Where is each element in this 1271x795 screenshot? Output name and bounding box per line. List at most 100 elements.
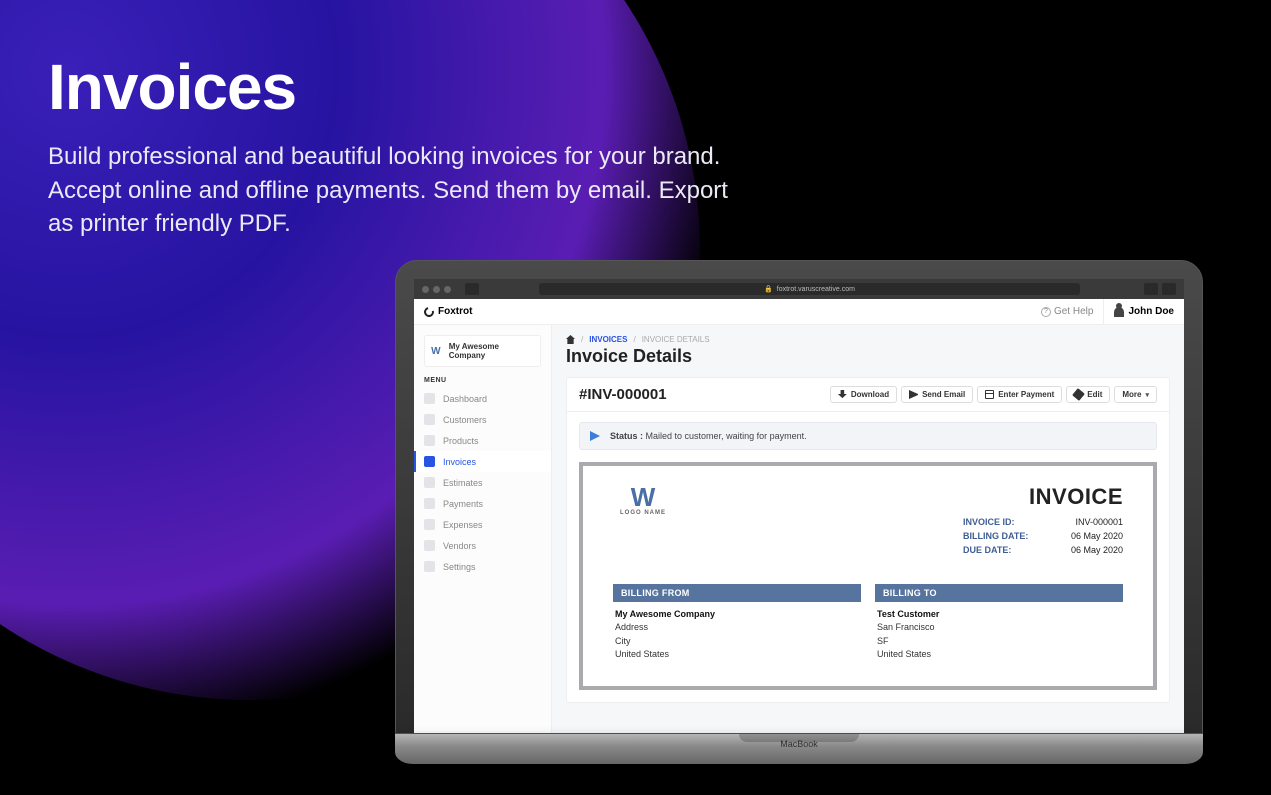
payments-icon	[424, 498, 435, 509]
sidebar-item-label: Expenses	[443, 520, 483, 530]
company-name: My Awesome Company	[449, 342, 536, 360]
address-bar[interactable]: 🔒 foxtrot.varuscreative.com	[539, 283, 1080, 295]
sidebar-item-payments[interactable]: Payments	[414, 493, 551, 514]
sidebar-item-vendors[interactable]: Vendors	[414, 535, 551, 556]
billing-to-heading: BILLING TO	[875, 584, 1123, 602]
expenses-icon	[424, 519, 435, 530]
billing-to-name: Test Customer	[877, 608, 1121, 622]
sidebar-item-label: Estimates	[443, 478, 483, 488]
sidebar-item-settings[interactable]: Settings	[414, 556, 551, 577]
browser-toolbar: 🔒 foxtrot.varuscreative.com	[414, 279, 1184, 299]
meta-value: 06 May 2020	[1043, 530, 1123, 544]
laptop-label: MacBook	[780, 739, 818, 749]
sidebar-item-dashboard[interactable]: Dashboard	[414, 388, 551, 409]
status-text: Mailed to customer, waiting for payment.	[646, 431, 807, 441]
sidebar: W My Awesome Company MENU Dashboard Cust…	[414, 325, 552, 733]
sidebar-item-estimates[interactable]: Estimates	[414, 472, 551, 493]
sidebar-item-products[interactable]: Products	[414, 430, 551, 451]
invoice-panel: #INV-000001 Download Send Email Enter Pa…	[566, 377, 1170, 703]
breadcrumb: / INVOICES / INVOICE DETAILS	[552, 325, 1184, 344]
app-name: Foxtrot	[438, 306, 472, 317]
invoice-meta: INVOICE ID:INV-000001 BILLING DATE:06 Ma…	[963, 516, 1123, 558]
help-icon: ?	[1041, 307, 1051, 317]
window-controls	[422, 286, 451, 293]
invoice-heading: INVOICE	[963, 484, 1123, 510]
dashboard-icon	[424, 393, 435, 404]
billing-from-name: My Awesome Company	[615, 608, 859, 622]
enter-payment-button[interactable]: Enter Payment	[977, 386, 1062, 403]
laptop-base: MacBook	[395, 734, 1203, 764]
customers-icon	[424, 414, 435, 425]
sidebar-item-label: Vendors	[443, 541, 476, 551]
app-logo-icon	[422, 305, 436, 319]
user-menu[interactable]: John Doe	[1103, 299, 1174, 324]
billing-from-line: City	[615, 635, 859, 649]
sidebar-item-label: Payments	[443, 499, 483, 509]
traffic-dot	[422, 286, 429, 293]
company-logo-icon: W	[429, 344, 443, 358]
help-label: Get Help	[1054, 306, 1093, 317]
status-icon	[590, 431, 600, 441]
sidebar-item-label: Dashboard	[443, 394, 487, 404]
billing-to-line: San Francisco	[877, 621, 1121, 635]
page-title: Invoice Details	[552, 344, 1184, 377]
btn-label: Enter Payment	[998, 390, 1054, 399]
invoice-preview-frame: W LOGO NAME INVOICE INVOICE ID:INV-00000…	[579, 462, 1157, 690]
sidebar-toggle-icon[interactable]	[465, 283, 479, 295]
send-email-button[interactable]: Send Email	[901, 386, 973, 403]
laptop-mockup: 🔒 foxtrot.varuscreative.com Foxtrot ? Ge…	[395, 260, 1203, 764]
sidebar-item-label: Customers	[443, 415, 487, 425]
help-link[interactable]: ? Get Help	[1041, 306, 1093, 317]
main-content: / INVOICES / INVOICE DETAILS Invoice Det…	[552, 325, 1184, 733]
settings-icon	[424, 561, 435, 572]
billing-to-line: United States	[877, 648, 1121, 662]
meta-key: INVOICE ID:	[963, 516, 1043, 530]
send-icon	[909, 390, 918, 399]
sidebar-item-label: Products	[443, 436, 479, 446]
invoice-logo-text: LOGO NAME	[613, 510, 673, 516]
breadcrumb-section[interactable]: INVOICES	[589, 335, 627, 344]
status-label: Status :	[610, 431, 643, 441]
tabs-icon[interactable]	[1162, 283, 1176, 295]
traffic-dot	[444, 286, 451, 293]
traffic-dot	[433, 286, 440, 293]
invoice-logo: W LOGO NAME	[613, 484, 673, 516]
home-icon[interactable]	[566, 335, 575, 344]
estimates-icon	[424, 477, 435, 488]
chevron-down-icon: ▾	[1145, 391, 1149, 399]
status-banner: Status : Mailed to customer, waiting for…	[579, 422, 1157, 450]
billing-from-line: Address	[615, 621, 859, 635]
btn-label: More	[1122, 390, 1141, 399]
meta-value: 06 May 2020	[1043, 544, 1123, 558]
company-switcher[interactable]: W My Awesome Company	[424, 335, 541, 367]
billing-from-heading: BILLING FROM	[613, 584, 861, 602]
billing-from-line: United States	[615, 648, 859, 662]
meta-key: BILLING DATE:	[963, 530, 1043, 544]
edit-icon	[1072, 388, 1085, 401]
payment-icon	[985, 390, 994, 399]
hero-subtitle: Build professional and beautiful looking…	[48, 140, 728, 241]
edit-button[interactable]: Edit	[1066, 386, 1110, 403]
btn-label: Edit	[1087, 390, 1102, 399]
sidebar-item-invoices[interactable]: Invoices	[414, 451, 551, 472]
sidebar-item-customers[interactable]: Customers	[414, 409, 551, 430]
vendors-icon	[424, 540, 435, 551]
billing-to-line: SF	[877, 635, 1121, 649]
download-button[interactable]: Download	[830, 386, 897, 403]
hero-title: Invoices	[48, 50, 296, 124]
share-icon[interactable]	[1144, 283, 1158, 295]
billing-from-block: BILLING FROM My Awesome Company Address …	[613, 584, 861, 668]
meta-key: DUE DATE:	[963, 544, 1043, 558]
more-button[interactable]: More ▾	[1114, 386, 1157, 403]
btn-label: Download	[851, 390, 889, 399]
lock-icon: 🔒	[764, 285, 773, 293]
breadcrumb-current: INVOICE DETAILS	[642, 335, 710, 344]
invoice-document: W LOGO NAME INVOICE INVOICE ID:INV-00000…	[583, 466, 1153, 686]
sidebar-item-label: Invoices	[443, 457, 476, 467]
meta-value: INV-000001	[1043, 516, 1123, 530]
btn-label: Send Email	[922, 390, 965, 399]
billing-to-block: BILLING TO Test Customer San Francisco S…	[875, 584, 1123, 668]
sidebar-item-expenses[interactable]: Expenses	[414, 514, 551, 535]
invoice-id-heading: #INV-000001	[579, 386, 667, 403]
invoice-logo-mark: W	[613, 484, 673, 510]
